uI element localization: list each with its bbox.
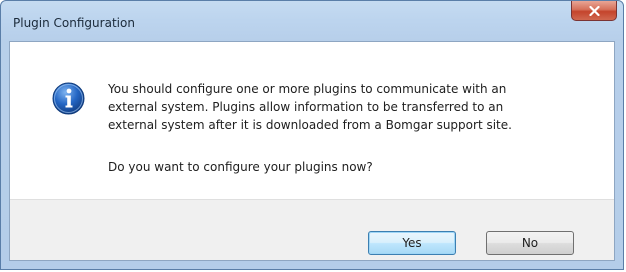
dialog-window: Plugin Configuration You should configur… xyxy=(0,0,624,270)
question-text: Do you want to configure your plugins no… xyxy=(108,160,373,174)
message-line-3: external system after it is downloaded f… xyxy=(108,118,512,132)
close-icon xyxy=(588,5,600,16)
close-button[interactable] xyxy=(571,1,617,21)
message-line-1: You should configure one or more plugins… xyxy=(108,82,507,96)
info-icon xyxy=(52,82,85,115)
yes-button[interactable]: Yes xyxy=(368,231,456,255)
no-button[interactable]: No xyxy=(486,231,574,255)
message-text: You should configure one or more plugins… xyxy=(108,80,608,134)
message-area: You should configure one or more plugins… xyxy=(10,42,614,199)
button-bar: Yes No xyxy=(10,199,614,260)
message-line-2: external system. Plugins allow informati… xyxy=(108,100,504,114)
title-bar[interactable]: Plugin Configuration xyxy=(1,1,623,41)
dialog-body: You should configure one or more plugins… xyxy=(9,41,615,261)
window-title: Plugin Configuration xyxy=(13,16,135,30)
